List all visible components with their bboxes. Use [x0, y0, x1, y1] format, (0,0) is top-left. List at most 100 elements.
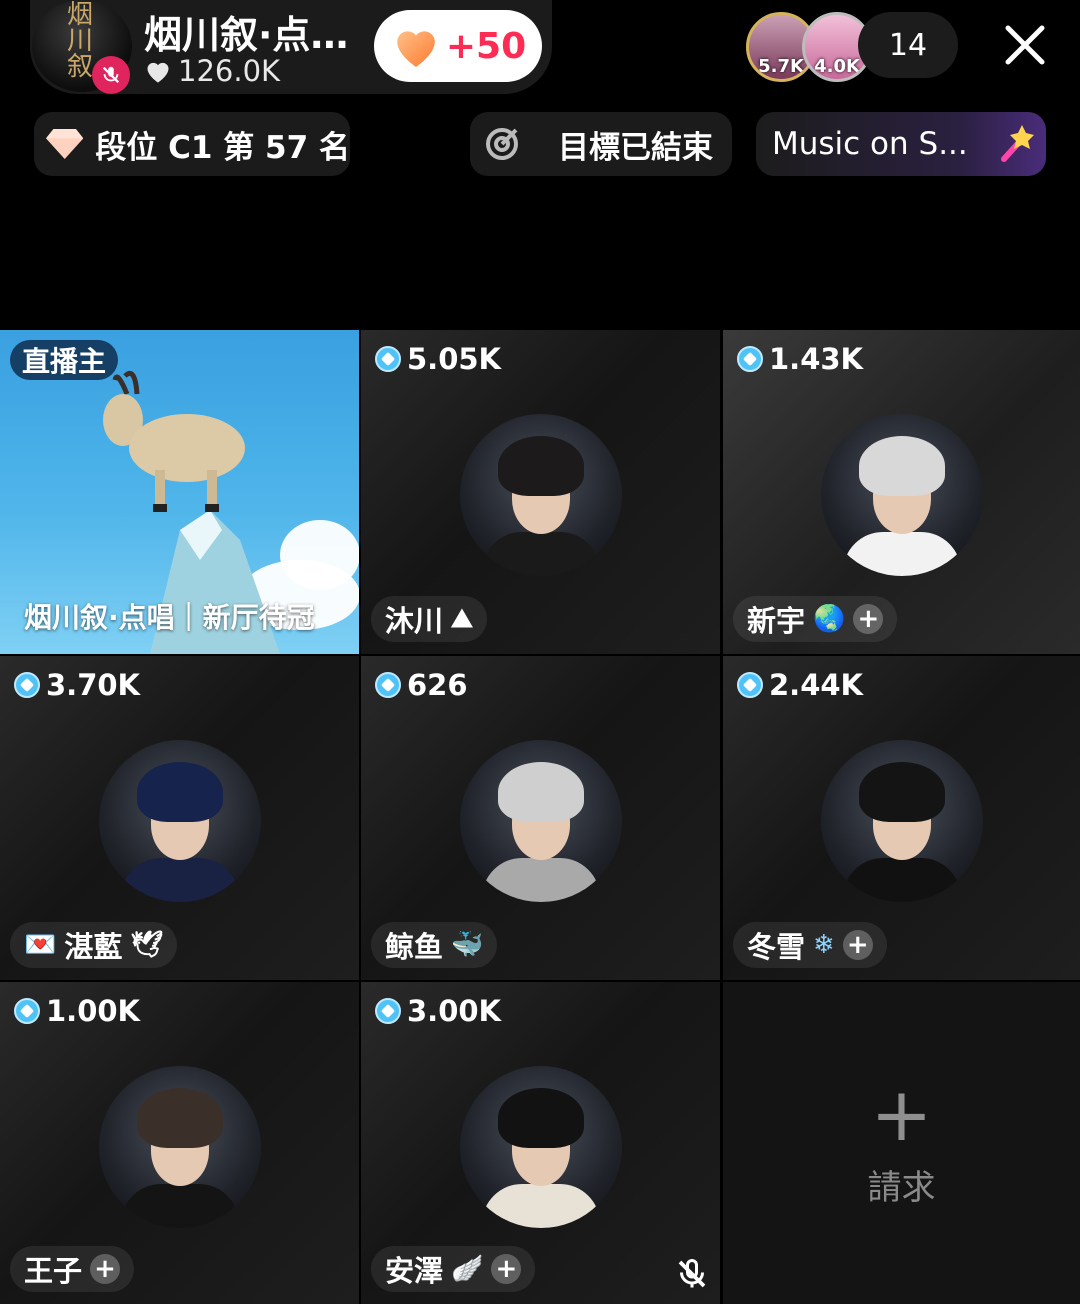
- guest-grid: 直播主 烟川叙·点唱｜新厅待冠 5.05K 沐川 ⛰ 1.43K 新宇 🌏 + 3.7…: [0, 330, 1080, 1304]
- gem-icon: [14, 998, 40, 1024]
- name-emoji: ⛰: [451, 603, 473, 634]
- guest-name-pill[interactable]: 💌 湛藍 🕊: [10, 922, 178, 968]
- guest-avatar[interactable]: [459, 1066, 622, 1228]
- request-seat[interactable]: + 請求: [723, 982, 1080, 1304]
- gift-score-value: 1.43K: [769, 342, 864, 376]
- guest-avatar[interactable]: [820, 740, 983, 902]
- avatar-body: [481, 532, 600, 576]
- target-icon: [486, 128, 518, 160]
- gem-icon: [737, 346, 763, 372]
- gift-score-value: 1.00K: [46, 994, 141, 1028]
- guest-seat[interactable]: 3.00K 安澤 🪽 +: [361, 982, 720, 1304]
- add-icon: +: [870, 1071, 933, 1158]
- mic-muted-icon: [92, 56, 130, 94]
- gift-score: 5.05K: [375, 342, 501, 376]
- gift-score-value: 2.44K: [769, 668, 864, 702]
- gift-score-value: 626: [407, 668, 468, 702]
- gift-score: 1.43K: [737, 342, 863, 376]
- gift-score: 2.44K: [737, 668, 863, 702]
- gift-score: 1.00K: [14, 994, 140, 1028]
- guest-avatar[interactable]: [98, 1066, 261, 1228]
- close-icon[interactable]: [1000, 20, 1050, 70]
- avatar-hair: [497, 1088, 584, 1148]
- avatar-body: [842, 858, 961, 902]
- guest-avatar[interactable]: [98, 740, 261, 902]
- host-role-tag: 直播主: [10, 340, 119, 380]
- guest-name: 沐川: [385, 604, 444, 638]
- guest-avatar[interactable]: [820, 414, 983, 576]
- guest-name-pill[interactable]: 沐川 ⛰: [371, 596, 487, 642]
- guest-name: 鲸鱼: [385, 930, 444, 964]
- mic-off-icon: [678, 1259, 706, 1288]
- goat-figure: [103, 370, 245, 512]
- guest-name-pill[interactable]: 新宇 🌏 +: [733, 596, 898, 642]
- follow-plus-icon[interactable]: +: [90, 1254, 121, 1284]
- guest-name: 安澤: [385, 1254, 444, 1288]
- name-emoji: 🕊: [130, 930, 164, 960]
- top-viewer-2-score: 4.0K: [814, 56, 860, 77]
- guest-avatar[interactable]: [459, 414, 622, 576]
- guest-name-pill[interactable]: 冬雪 ❄ +: [733, 922, 887, 968]
- name-emoji: 🌏: [813, 604, 846, 634]
- like-bonus-button[interactable]: +50: [374, 10, 542, 82]
- guest-name-pill[interactable]: 安澤 🪽 +: [371, 1246, 536, 1292]
- guest-name: 新宇: [747, 604, 806, 638]
- cloud: [280, 520, 359, 590]
- guest-name-pill[interactable]: 王子 +: [10, 1246, 135, 1292]
- rank-chip[interactable]: 段位 C1 第 57 名: [34, 112, 350, 176]
- guest-seat[interactable]: 2.44K 冬雪 ❄ +: [723, 656, 1080, 980]
- gift-score: 3.70K: [14, 668, 140, 702]
- avatar-body: [481, 858, 600, 902]
- host-seat[interactable]: 直播主 烟川叙·点唱｜新厅待冠: [0, 330, 359, 654]
- gift-score-value: 3.70K: [46, 668, 141, 702]
- rank-label: 段位 C1 第 57 名: [95, 129, 350, 166]
- likes-count: 126.0K: [178, 54, 281, 88]
- gift-score-value: 5.05K: [407, 342, 502, 376]
- guest-seat[interactable]: 3.70K 💌 湛藍 🕊: [0, 656, 359, 980]
- guest-avatar[interactable]: [459, 740, 622, 902]
- orange-heart-icon: [397, 31, 435, 67]
- goal-chip[interactable]: 目標已結束: [470, 112, 732, 176]
- avatar-body: [842, 532, 961, 576]
- avatar-body: [120, 858, 239, 902]
- gem-icon: [375, 672, 401, 698]
- guest-name-pill[interactable]: 鲸鱼 🐳: [371, 922, 498, 968]
- follow-plus-icon[interactable]: +: [853, 604, 884, 634]
- guest-seat[interactable]: 1.43K 新宇 🌏 +: [723, 330, 1080, 654]
- gift-score: 3.00K: [375, 994, 501, 1028]
- diamond-icon: [46, 129, 84, 159]
- guest-seat[interactable]: 1.00K 王子 +: [0, 982, 359, 1304]
- request-seat-box[interactable]: + 請求: [723, 982, 1080, 1304]
- avatar-body: [481, 1184, 600, 1228]
- name-emoji-left: 💌: [24, 930, 57, 960]
- guest-name: 王子: [24, 1254, 83, 1288]
- gift-score-value: 3.00K: [407, 994, 502, 1028]
- follow-plus-icon[interactable]: +: [842, 930, 873, 960]
- host-stream-caption: 烟川叙·点唱｜新厅待冠: [24, 601, 315, 634]
- request-label: 請求: [867, 1167, 936, 1208]
- music-label: Music on S...: [772, 126, 968, 162]
- avatar-hair: [858, 436, 945, 496]
- like-bonus-label: +50: [445, 25, 527, 67]
- avatar-hair: [136, 762, 223, 822]
- guest-name: 湛藍: [64, 930, 123, 964]
- viewer-count-label: 14: [888, 27, 928, 63]
- music-chip[interactable]: Music on S...: [756, 112, 1046, 176]
- gem-icon: [14, 672, 40, 698]
- guest-seat[interactable]: 626 鲸鱼 🐳: [361, 656, 720, 980]
- follow-plus-icon[interactable]: +: [491, 1254, 522, 1284]
- name-emoji: 🪽: [451, 1254, 484, 1284]
- avatar-hair: [497, 762, 584, 822]
- guest-name: 冬雪: [747, 930, 806, 964]
- gem-icon: [375, 998, 401, 1024]
- guest-seat[interactable]: 5.05K 沐川 ⛰: [361, 330, 720, 654]
- magic-wand-icon: [1000, 125, 1034, 162]
- goal-label: 目標已結束: [558, 129, 713, 166]
- avatar-hair: [858, 762, 945, 822]
- avatar-hair: [497, 436, 584, 496]
- host-name: 烟川叙·点…: [144, 13, 349, 57]
- viewer-count[interactable]: 14: [858, 12, 958, 78]
- name-emoji: ❄: [813, 930, 835, 960]
- host-avatar-calligraphy: 烟川叙: [66, 0, 93, 82]
- gem-icon: [375, 346, 401, 372]
